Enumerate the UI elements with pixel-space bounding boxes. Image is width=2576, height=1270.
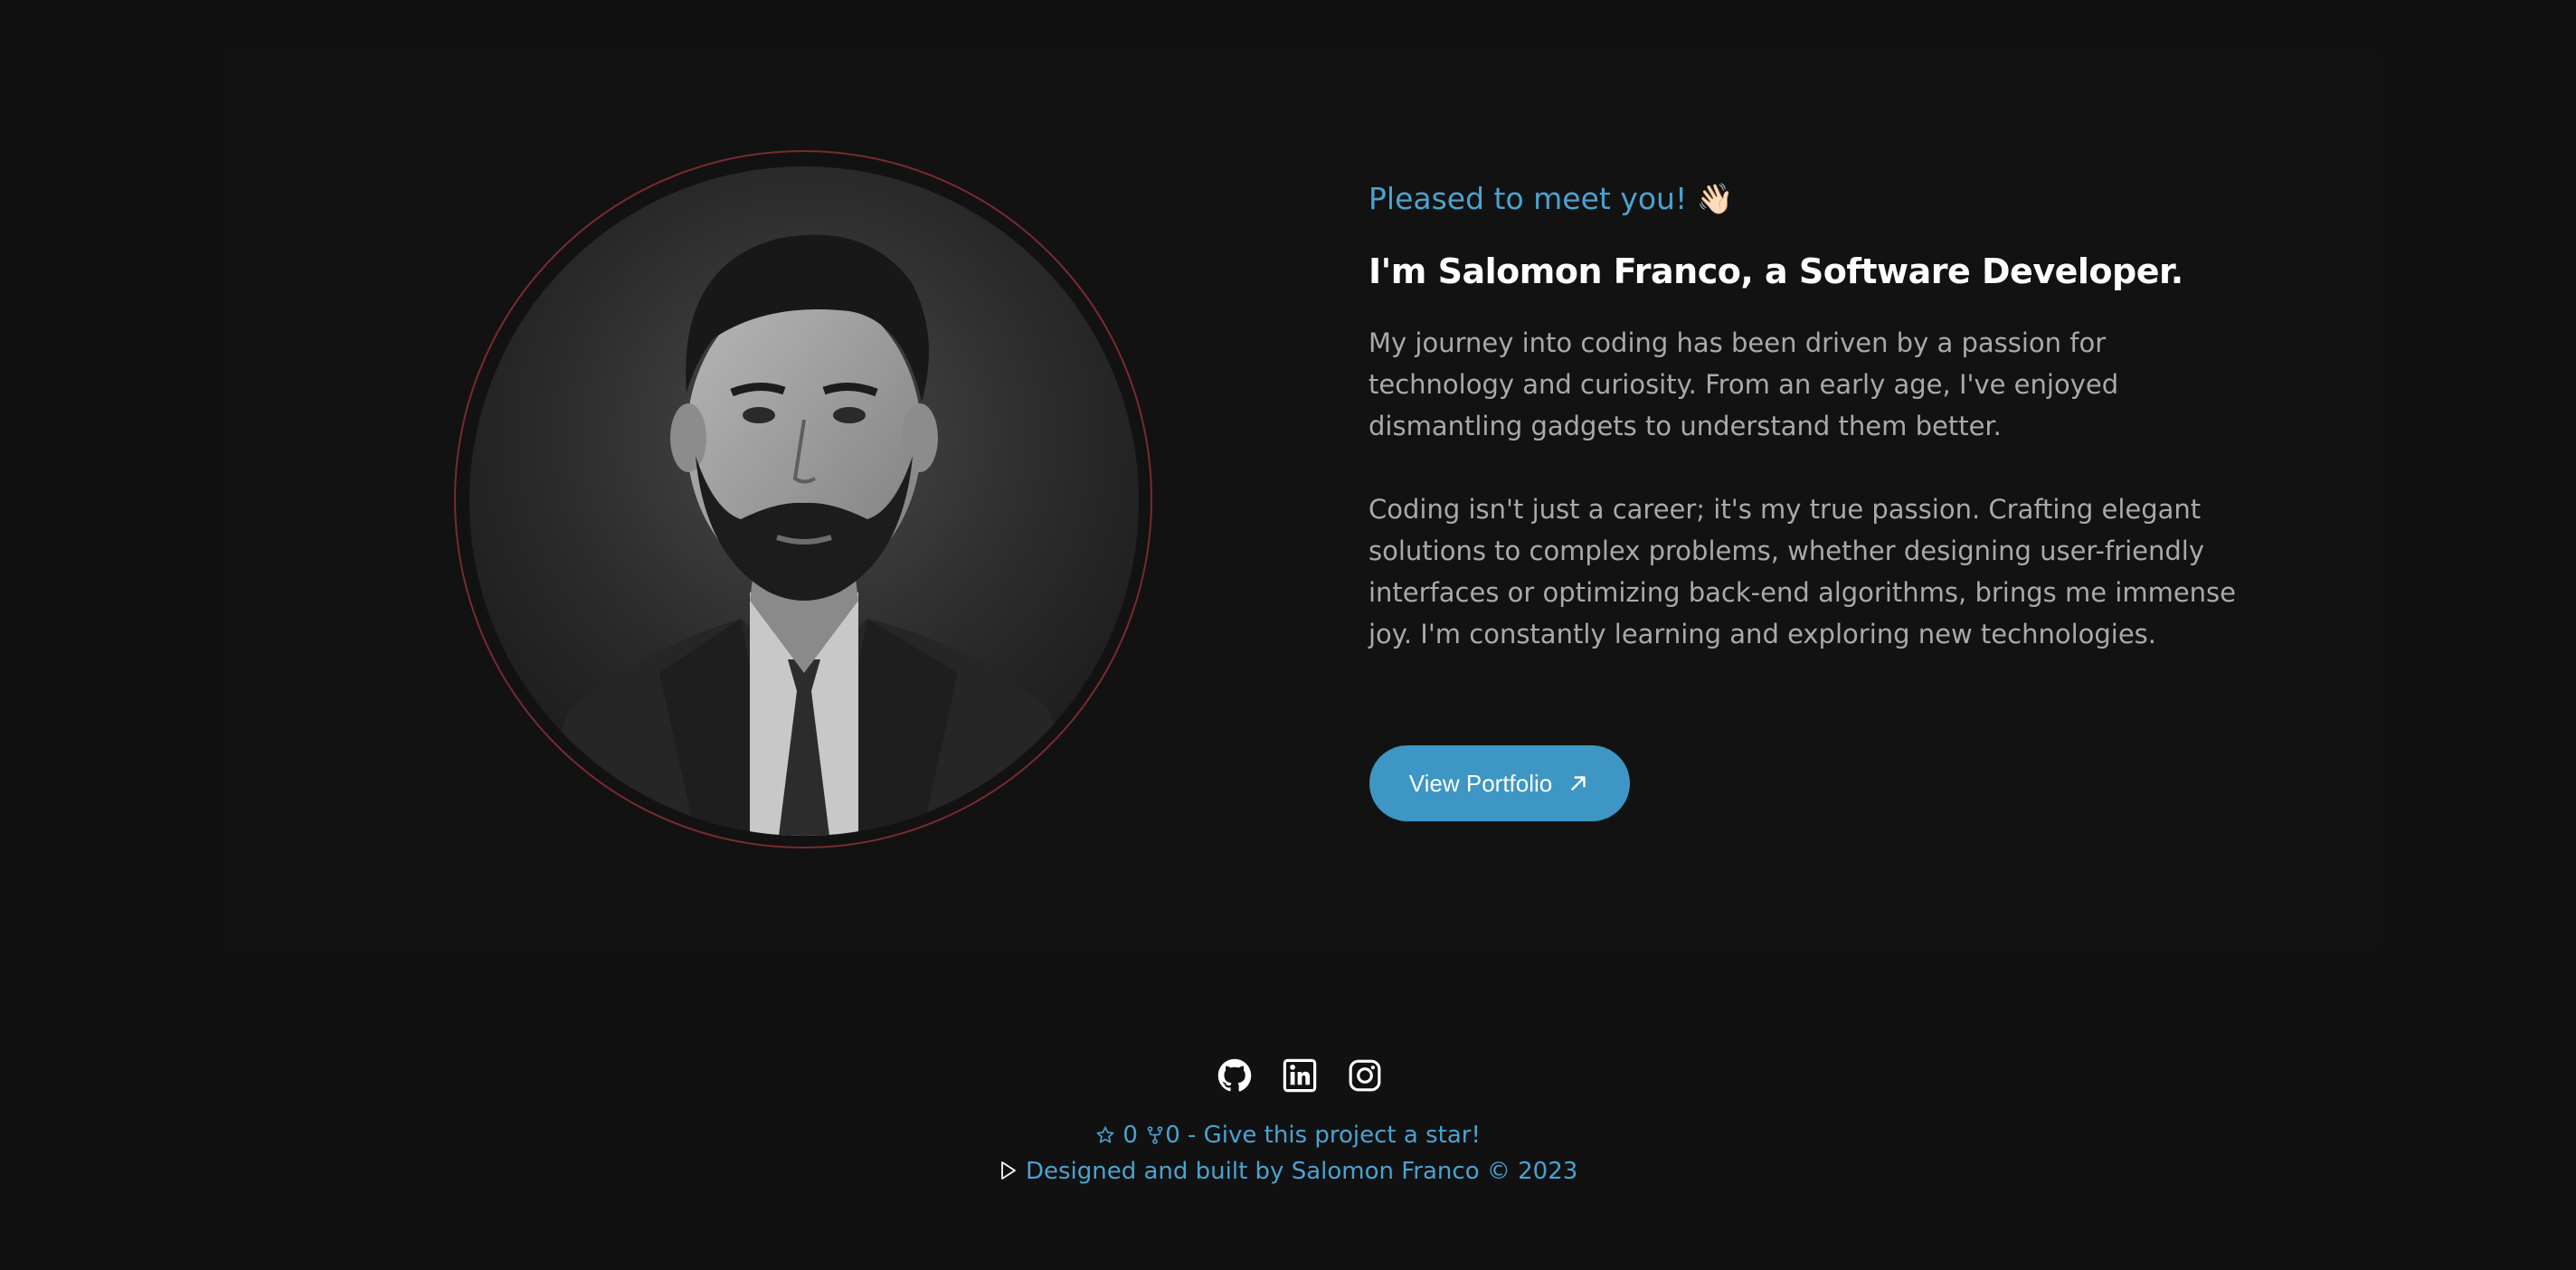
page-title: I'm Salomon Franco, a Software Developer… — [1368, 251, 2183, 291]
social-links — [1217, 1058, 1382, 1093]
arrow-up-right-icon — [1571, 776, 1586, 791]
linkedin-icon[interactable] — [1283, 1058, 1317, 1093]
page: Pleased to meet you! 👋🏻 I'm Salomon Fran… — [0, 0, 2576, 1270]
github-stats[interactable]: 0 0 - Give this project a star! — [0, 1122, 2576, 1149]
bio-paragraph: Coding isn't just a career; it's my true… — [1368, 494, 2236, 649]
github-icon[interactable] — [1217, 1058, 1252, 1093]
star-count: 0 — [1122, 1122, 1138, 1149]
star-icon — [1096, 1126, 1114, 1143]
fork-count: 0 — [1165, 1122, 1180, 1149]
profile-photo — [469, 166, 1139, 836]
profile-photo-illustration — [469, 166, 1139, 836]
bio-paragraph: My journey into coding has been driven b… — [1368, 327, 2119, 441]
fork-icon — [1147, 1126, 1163, 1144]
greeting: Pleased to meet you! 👋🏻 — [1368, 181, 1734, 216]
view-portfolio-label: View Portfolio — [1408, 769, 1553, 797]
view-portfolio-button[interactable]: View Portfolio — [1369, 745, 1630, 821]
play-icon — [1000, 1161, 1016, 1180]
credit-text: Designed and built by Salomon Franco © 2… — [1025, 1158, 1578, 1185]
star-cta: - Give this project a star! — [1188, 1122, 1481, 1149]
footer-credit[interactable]: Designed and built by Salomon Franco © 2… — [0, 1158, 2576, 1185]
instagram-icon[interactable] — [1348, 1058, 1382, 1093]
